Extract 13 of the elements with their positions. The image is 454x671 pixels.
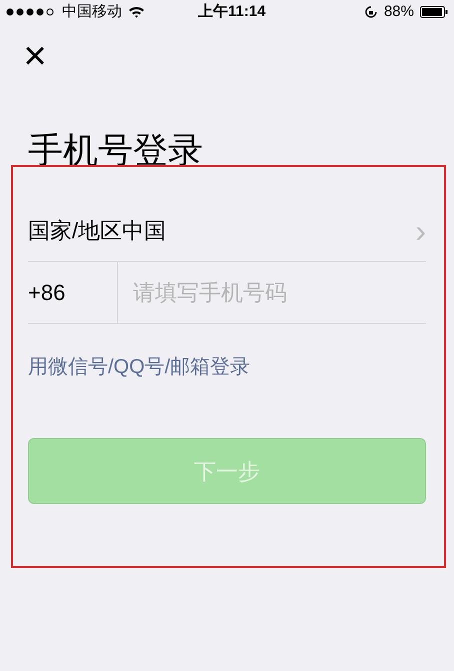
battery-percent: 88% xyxy=(384,2,414,22)
signal-icon xyxy=(6,8,56,16)
page-title: 手机号登录 xyxy=(28,132,204,170)
carrier-name: 中国移动 xyxy=(62,2,122,22)
rotation-lock-icon xyxy=(364,5,378,19)
alt-login-link[interactable]: 用微信号/QQ号/邮箱登录 xyxy=(28,352,426,382)
country-code: +86 xyxy=(28,262,118,323)
battery-icon xyxy=(420,6,448,18)
close-button[interactable]: × xyxy=(20,38,50,74)
country-selector[interactable]: 国家/地区中国 › xyxy=(28,200,426,262)
phone-input[interactable]: 请填写手机号码 xyxy=(118,262,426,323)
status-time: 上午11:14 xyxy=(198,2,266,22)
wifi-icon xyxy=(128,6,145,18)
